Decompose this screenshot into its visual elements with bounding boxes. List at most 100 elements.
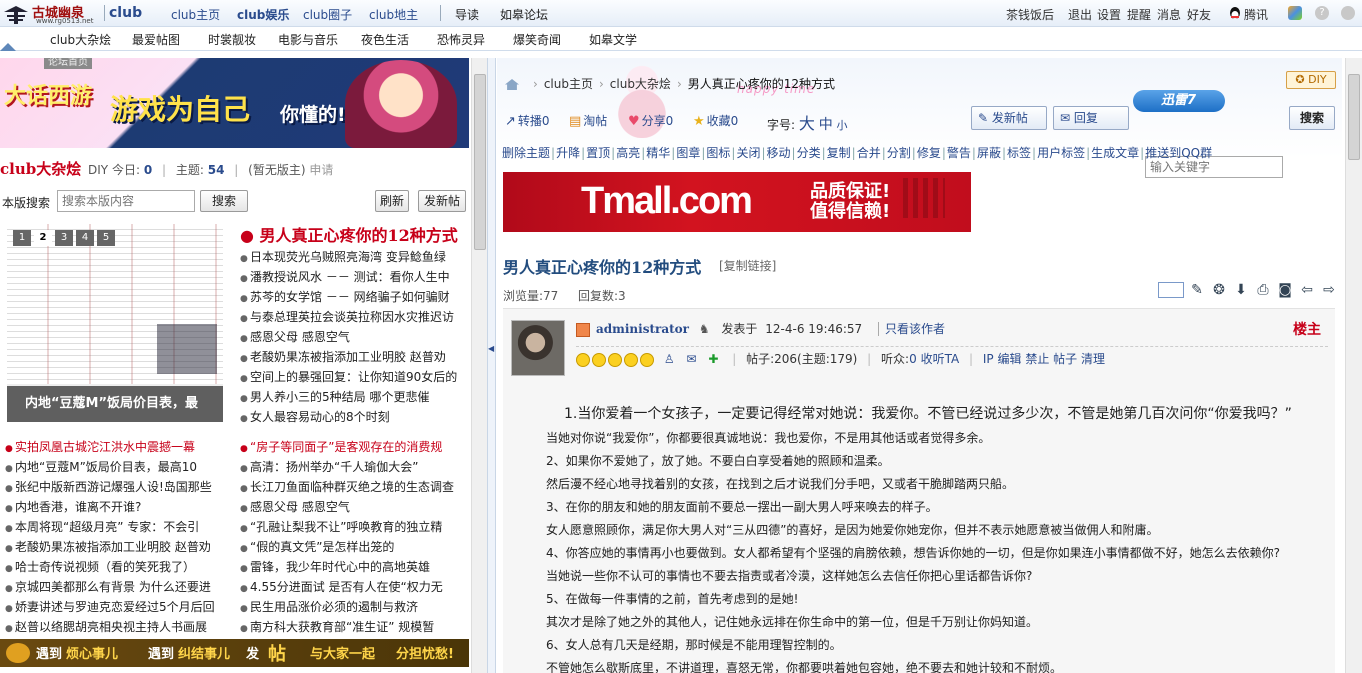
clock-icon[interactable] (1341, 6, 1355, 20)
admin-action-link[interactable]: 移动 (767, 146, 791, 160)
breadcrumb-club-mix[interactable]: club大杂烩 (610, 77, 671, 91)
font-small[interactable]: 小 (837, 119, 848, 132)
left-scrollbar[interactable] (471, 58, 487, 673)
font-large[interactable]: 大 (799, 114, 815, 133)
headline-link[interactable]: ● 男人真正心疼你的12种方式 (240, 222, 458, 246)
ip-link[interactable]: IP (983, 352, 994, 366)
admin-action-link[interactable]: 警告 (947, 146, 971, 160)
list-item[interactable]: ● 感恩父母 感恩空气 (240, 327, 464, 347)
list-item[interactable]: ● 高清：扬州举办“千人瑜伽大会” (240, 457, 464, 477)
nav-club-landlord[interactable]: club地主 (369, 6, 418, 23)
messages-link[interactable]: 消息 (1157, 6, 1181, 23)
tmall-ad[interactable]: Tmall.com 品质保证! 值得信赖! (503, 172, 971, 232)
breadcrumb-club-home[interactable]: club主页 (544, 77, 593, 91)
subnav-item-funny[interactable]: 爆笑奇闻 (513, 31, 561, 48)
right-scrollbar[interactable] (1345, 58, 1362, 673)
left-scroll-thumb[interactable] (474, 74, 486, 250)
admin-action-link[interactable]: 关闭 (736, 146, 760, 160)
list-item[interactable]: ● 老酸奶果冻被指添加工业明胶 赵普劝 (5, 537, 227, 557)
list-item[interactable]: ● 实拍凤凰古城沱江洪水中震撼一幕 (5, 437, 227, 457)
subnav-item-nightlife[interactable]: 夜色生活 (361, 31, 409, 48)
list-item[interactable]: ● 娇妻讲述与罗迪克恋爱经过5个月后回 (5, 597, 227, 617)
list-item[interactable]: ● 女人最容易动心的8个时刻 (240, 407, 464, 427)
frame-splitter[interactable]: ◀ (487, 58, 496, 673)
board-search-input[interactable] (57, 190, 195, 212)
list-item[interactable]: ● 雷锋，我少年时代心中的高地英雄 (240, 557, 464, 577)
list-item[interactable]: ● 内地香港，谁离不开谁? (5, 497, 227, 517)
admin-action-link[interactable]: 标签 (1007, 146, 1031, 160)
copy-link-button[interactable]: [复制链接] (719, 257, 776, 274)
clean-link[interactable]: 清理 (1081, 352, 1105, 366)
add-friend-icon[interactable]: ✚ (708, 352, 718, 366)
admin-action-link[interactable]: 删除主题 (502, 146, 550, 160)
list-item[interactable]: ● 感恩父母 感恩空气 (240, 497, 464, 517)
taobao-post-button[interactable]: ▤ 淘帖 (569, 112, 607, 129)
list-item[interactable]: ● 京城四美都那么有背景 为什么还要进 (5, 577, 227, 597)
subnav-item-fav-pics[interactable]: 最爱帖图 (132, 31, 180, 48)
layout-box-icon[interactable] (1158, 282, 1184, 298)
admin-action-link[interactable]: 图标 (706, 146, 730, 160)
fans-count[interactable]: 0 (909, 352, 917, 366)
nav-rugao-forum[interactable]: 如皋论坛 (500, 6, 548, 23)
site-logo[interactable]: 古城幽泉 www.rg0513.net (2, 2, 102, 26)
share-button[interactable]: ♥ 分享0 (628, 112, 673, 129)
prev-thread-icon[interactable]: ⇦ (1298, 282, 1316, 298)
right-scroll-thumb[interactable] (1348, 74, 1360, 160)
list-item[interactable]: ● 张纪中版新西游记爆强人设!岛国那些 (5, 477, 227, 497)
slide-page-4[interactable]: 4 (76, 230, 94, 246)
colorful-app-icon[interactable] (1288, 6, 1302, 20)
help-icon[interactable]: ? (1315, 6, 1329, 20)
print-icon[interactable]: ⎙ (1254, 282, 1272, 298)
list-item[interactable]: ● 内地“豆蔻M”饭局价目表，最高10 (5, 457, 227, 477)
contact-icon[interactable]: ♙ (664, 352, 675, 366)
list-item[interactable]: ● 老酸奶果冻被指添加工业明胶 赵普劝 (240, 347, 464, 367)
admin-action-link[interactable]: 用户标签 (1037, 146, 1085, 160)
home-icon[interactable] (505, 79, 519, 90)
logout-link[interactable]: 退出 (1068, 6, 1092, 23)
diy-link[interactable]: DIY (88, 163, 108, 177)
list-item[interactable]: ● 男人养小三的5种结局 哪个更悲催 (240, 387, 464, 407)
game-ad-banner[interactable]: 论坛首页 大话西游 游戏为自己 你懂的! (0, 58, 469, 148)
paw-icon[interactable]: ❂ (1210, 282, 1228, 298)
list-item[interactable]: ● “孔融让梨我不让”呼唤教育的独立精 (240, 517, 464, 537)
subnav-item-fashion[interactable]: 时裳靓妆 (208, 31, 256, 48)
forum-home-tag[interactable]: 论坛首页 (44, 58, 92, 69)
admin-action-link[interactable]: 分类 (797, 146, 821, 160)
reply-button[interactable]: ✉ 回复 (1053, 106, 1129, 130)
list-item[interactable]: ● 哈士奇传说视频（看的笑死我了） (5, 557, 227, 577)
apply-moderator-link[interactable]: 申请 (309, 163, 333, 177)
admin-action-link[interactable]: 复制 (827, 146, 851, 160)
list-item[interactable]: ● 长江刀鱼面临种群灭绝之境的生态调查 (240, 477, 464, 497)
share-troubles-banner[interactable]: 遇到 烦心事儿 遇到 纠结事儿 发 帖 与大家一起 分担忧愁! (0, 639, 469, 667)
nav-club-circle[interactable]: club圈子 (303, 6, 352, 23)
only-author-link[interactable]: 只看该作者 (878, 322, 946, 336)
slide-page-1[interactable]: 1 (13, 230, 31, 246)
board-search-button[interactable]: 搜索 (200, 190, 248, 212)
admin-action-link[interactable]: 精华 (646, 146, 670, 160)
subnav-item-horror[interactable]: 恐怖灵异 (437, 31, 485, 48)
admin-action-link[interactable]: 屏蔽 (977, 146, 1001, 160)
tencent-link[interactable]: 腾讯 (1244, 6, 1268, 23)
author-name[interactable]: administrator (596, 322, 689, 336)
admin-action-link[interactable]: 置顶 (586, 146, 610, 160)
avatar[interactable] (511, 320, 565, 376)
slideshow[interactable]: 12345 内地“豆蔻M”饭局价目表，最 (7, 224, 223, 422)
refresh-button[interactable]: 刷新 (375, 190, 409, 212)
ban-link[interactable]: 禁止 (1025, 352, 1049, 366)
favorite-button[interactable]: ★ 收藏0 (693, 112, 738, 129)
nav-club-entertainment[interactable]: club娱乐 (237, 6, 289, 23)
settings-link[interactable]: 设置 (1097, 6, 1121, 23)
list-item[interactable]: ● 空间上的暴强回复：让你知道90女后的 (240, 367, 464, 387)
list-item[interactable]: ● 赵普以络腮胡亮相央视主持人书画展 (5, 617, 227, 637)
edit-link[interactable]: 编辑 (997, 352, 1021, 366)
slide-caption[interactable]: 内地“豆蔻M”饭局价目表，最 (7, 386, 223, 422)
admin-action-link[interactable]: 修复 (917, 146, 941, 160)
reminders-link[interactable]: 提醒 (1127, 6, 1151, 23)
user-link-teahouse[interactable]: 茶钱饭后 (1006, 6, 1054, 23)
collapse-arrow-icon[interactable]: ◀ (488, 344, 494, 353)
share-relay-button[interactable]: ↗ 转播0 (505, 112, 550, 129)
nav-club-home[interactable]: club主页 (171, 6, 220, 23)
club-brand[interactable]: club (104, 5, 142, 21)
list-item[interactable]: ● 南方科大获教育部“准生证” 规模暂 (240, 617, 464, 637)
nav-guide[interactable]: 导读 (455, 6, 479, 23)
